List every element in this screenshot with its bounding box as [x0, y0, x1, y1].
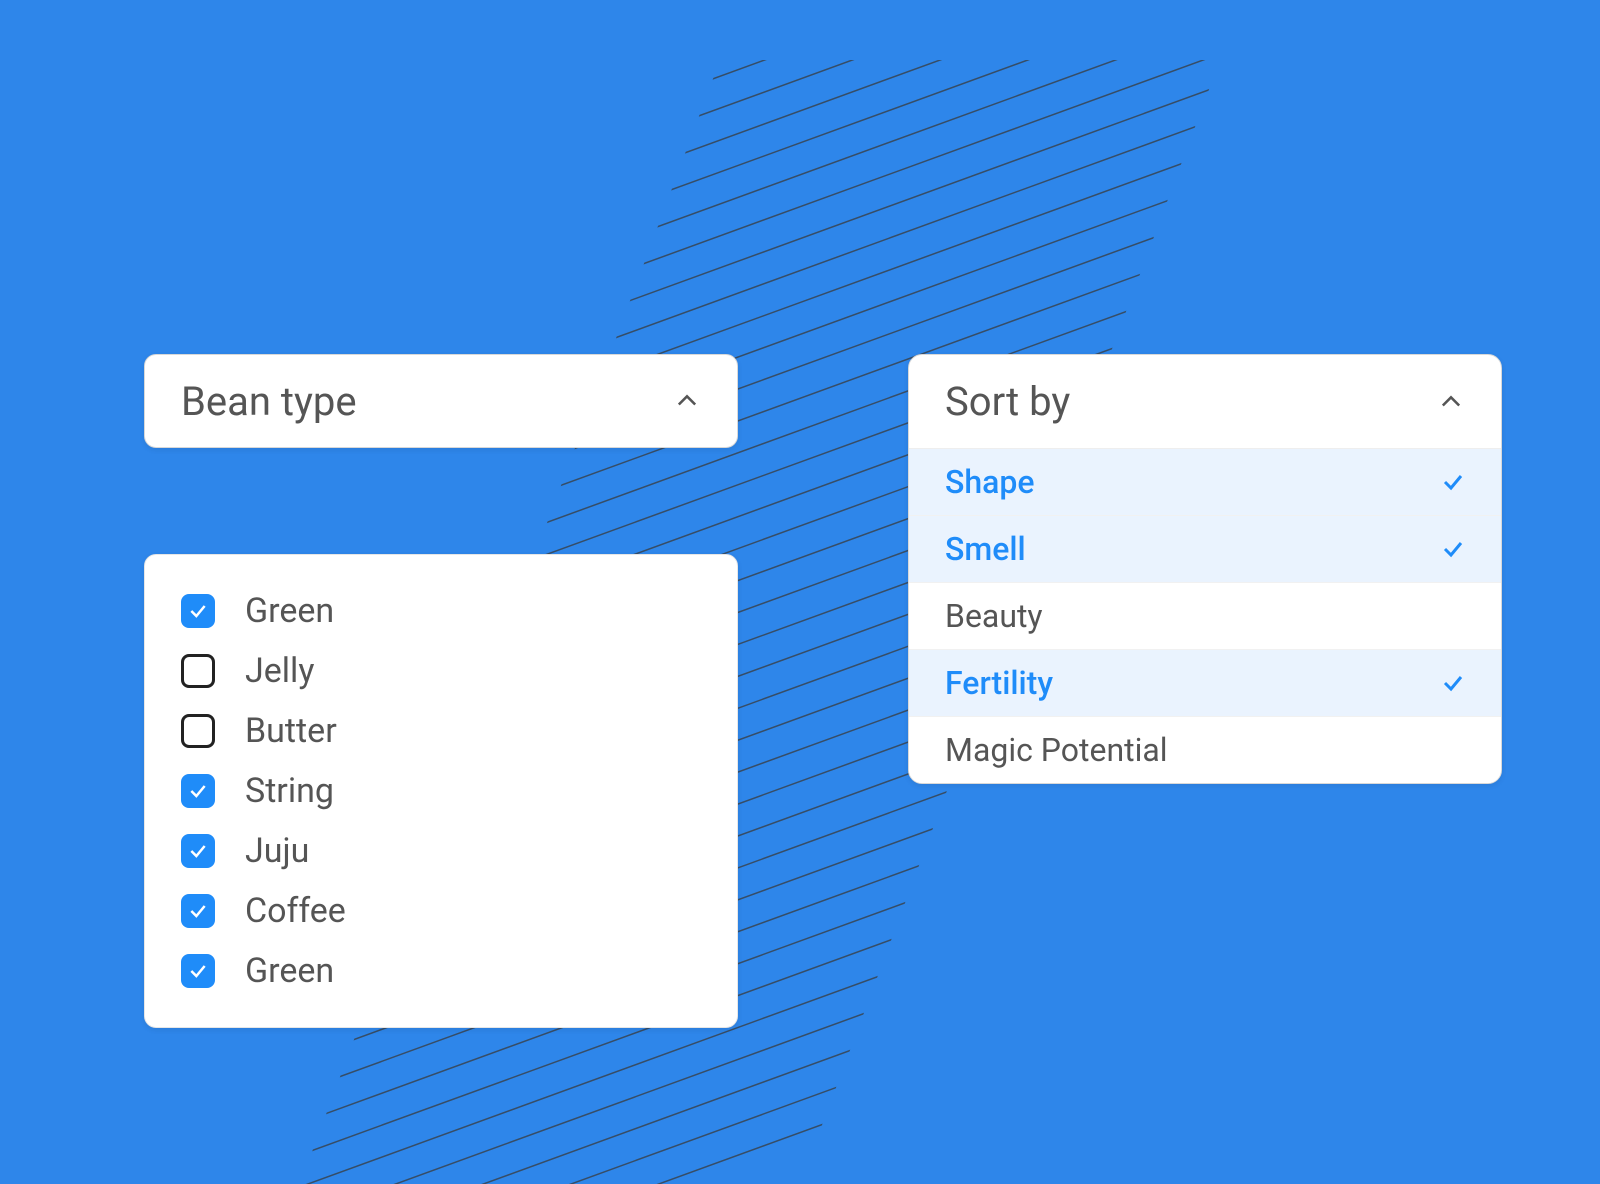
bean-type-option-label: Butter	[245, 711, 337, 751]
bean-type-option-label: Coffee	[245, 891, 346, 931]
bean-type-option-label: Jelly	[245, 651, 314, 691]
bean-type-option-label: String	[245, 771, 334, 811]
check-icon	[188, 841, 208, 861]
checkbox[interactable]	[181, 714, 215, 748]
check-icon	[188, 901, 208, 921]
sort-option[interactable]: Magic Potential	[909, 717, 1501, 783]
checkbox[interactable]	[181, 594, 215, 628]
sort-by-options-list: Shape Smell Beauty Fertility Magic Potential	[909, 449, 1501, 783]
check-icon	[1441, 470, 1465, 494]
bean-type-options-panel: Green Jelly Butter String Juju Coffee Green	[144, 554, 738, 1028]
check-icon	[188, 781, 208, 801]
sort-option[interactable]: Beauty	[909, 583, 1501, 650]
chevron-up-icon	[1437, 388, 1465, 416]
sort-by-title: Sort by	[945, 378, 1070, 425]
sort-option-label: Smell	[945, 530, 1026, 568]
bean-type-option[interactable]: Green	[181, 581, 701, 641]
sort-option-label: Shape	[945, 463, 1035, 501]
check-icon	[188, 961, 208, 981]
bean-type-option[interactable]: Green	[181, 941, 701, 1001]
sort-option-label: Magic Potential	[945, 731, 1168, 769]
bean-type-dropdown-header[interactable]: Bean type	[144, 354, 738, 448]
chevron-up-icon	[673, 387, 701, 415]
checkbox[interactable]	[181, 894, 215, 928]
bean-type-option[interactable]: String	[181, 761, 701, 821]
sort-option-label: Fertility	[945, 664, 1053, 702]
sort-by-dropdown-panel: Sort by Shape Smell Beauty Fertility Magic P…	[908, 354, 1502, 784]
checkbox[interactable]	[181, 774, 215, 808]
checkbox[interactable]	[181, 954, 215, 988]
bean-type-option-label: Juju	[245, 831, 309, 871]
check-icon	[1441, 671, 1465, 695]
sort-option[interactable]: Fertility	[909, 650, 1501, 717]
sort-by-dropdown-header[interactable]: Sort by	[909, 355, 1501, 449]
bean-type-option-label: Green	[245, 951, 334, 991]
bean-type-title: Bean type	[181, 378, 357, 425]
bean-type-option[interactable]: Butter	[181, 701, 701, 761]
sort-option[interactable]: Shape	[909, 449, 1501, 516]
sort-option-label: Beauty	[945, 597, 1043, 635]
checkbox[interactable]	[181, 654, 215, 688]
bean-type-option-label: Green	[245, 591, 334, 631]
check-icon	[188, 601, 208, 621]
check-icon	[1441, 537, 1465, 561]
bean-type-option[interactable]: Juju	[181, 821, 701, 881]
bean-type-option[interactable]: Coffee	[181, 881, 701, 941]
bean-type-option[interactable]: Jelly	[181, 641, 701, 701]
sort-option[interactable]: Smell	[909, 516, 1501, 583]
checkbox[interactable]	[181, 834, 215, 868]
